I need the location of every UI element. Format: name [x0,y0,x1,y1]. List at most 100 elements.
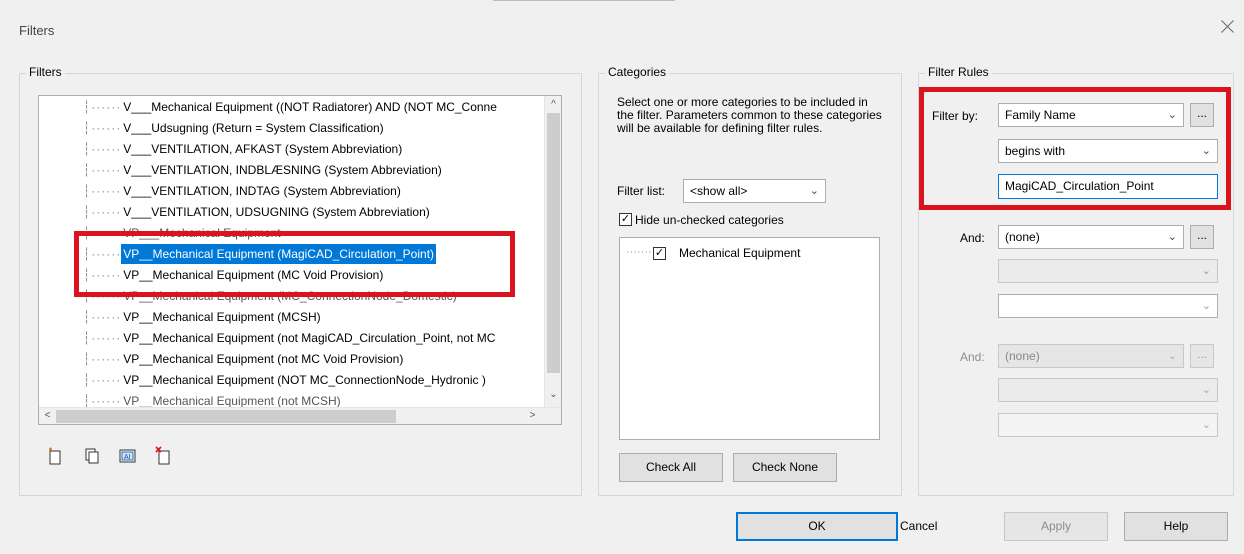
tree-connector: ┆······ [83,184,122,198]
filter-list-item[interactable]: ┆······ VP__Mechanical Equipment (MC Void… [39,265,544,285]
categories-description: Select one or more categories to be incl… [617,95,882,135]
filter-list-item[interactable]: ┆······ V___VENTILATION, INDBLÆSNING (Sys… [39,160,544,180]
filter-list-item[interactable]: ┆······ V___VENTILATION, AFKAST (System A… [39,139,544,159]
and2-more-button[interactable]: ... [1190,344,1214,368]
window-title: Filters [19,23,55,38]
filter-list-item[interactable]: ┆······ V___Mechanical Equipment ((NOT Ra… [39,97,544,117]
chevron-down-icon: ⌄ [1167,350,1177,362]
top-divider [493,0,675,1]
hide-unchecked-checkbox[interactable]: ✓ [619,213,632,226]
filter-list-item[interactable]: ┆······ VP__Mechanical Equipment (not Mag… [39,328,544,348]
and1-value-dropdown[interactable]: ⌄ [998,294,1218,318]
filter-list-item-label: VP__Mechanical Equipment (not MC Void Pr… [123,352,404,366]
and2-value-dropdown[interactable]: ⌄ [998,413,1218,437]
and1-more-button[interactable]: ... [1190,225,1214,249]
chevron-down-icon: ⌄ [809,185,819,197]
tree-connector: ┆······ [83,121,122,135]
filter-list-item-label: V___VENTILATION, UDSUGNING (System Abbre… [123,205,430,219]
and2-value: (none) [1005,349,1040,363]
tree-vertical-scroll-thumb[interactable] [547,113,560,373]
filter-by-more-button[interactable]: ... [1190,103,1214,127]
operator-dropdown[interactable]: begins with ⌄ [998,139,1218,163]
scroll-right-icon[interactable]: > [524,409,541,423]
filter-list-label: Filter list: [617,184,665,198]
tree-connector: ┆······ [83,373,122,387]
tree-connector: ┆······ [83,247,122,261]
rule-value-input[interactable]: MagiCAD_Circulation_Point [998,174,1218,199]
and2-dropdown[interactable]: (none) ⌄ [998,344,1184,368]
filter-list-item[interactable]: ┆······ VP__Mechanical Equipment (not MC … [39,349,544,369]
hide-unchecked-label: Hide un-checked categories [635,213,784,227]
filter-list-item-label: VP__Mechanical Equipment (not MagiCAD_Ci… [123,331,496,345]
tree-horizontal-scroll-thumb[interactable] [56,410,396,423]
filter-list-item[interactable]: ┆······ VP___Mechanical Equipment [39,223,544,243]
filter-list-item-label: VP___Mechanical Equipment [123,226,281,240]
filter-list-item-label: V___VENTILATION, INDTAG (System Abbrevia… [123,184,401,198]
chevron-down-icon: ⌄ [1167,109,1177,121]
operator-value: begins with [1005,144,1066,158]
new-filter-icon[interactable] [46,446,66,466]
scroll-up-icon[interactable]: ^ [545,98,561,112]
and1-value: (none) [1005,230,1040,244]
check-all-button[interactable]: Check All [619,453,723,482]
chevron-down-icon: ⌄ [1201,419,1211,431]
tree-connector: ┆······ [83,310,122,324]
tree-connector: ┆······ [83,142,122,156]
chevron-down-icon: ⌄ [1201,145,1211,157]
help-button[interactable]: Help [1124,512,1228,541]
category-item-label: Mechanical Equipment [679,246,801,260]
category-checkbox[interactable]: ✓ [653,247,666,260]
delete-filter-icon[interactable] [154,446,174,466]
filter-list-item[interactable]: ┆······ V___VENTILATION, UDSUGNING (Syste… [39,202,544,222]
and2-operator-dropdown[interactable]: ⌄ [998,378,1218,402]
chevron-down-icon: ⌄ [1167,231,1177,243]
cancel-button[interactable]: Cancel [900,512,937,541]
tree-connector: ······· [626,246,652,258]
and1-operator-dropdown[interactable]: ⌄ [998,259,1218,283]
scroll-left-icon[interactable]: < [39,409,56,423]
filter-list-item-label: VP__Mechanical Equipment (MCSH) [123,310,321,324]
tree-horizontal-scrollbar[interactable]: < > [39,407,561,424]
tree-connector: ┆······ [83,352,122,366]
duplicate-filter-icon[interactable] [82,446,102,466]
filter-list-item-label: VP__Mechanical Equipment (MC Void Provis… [123,268,384,282]
filter-by-value: Family Name [1005,108,1076,122]
category-list[interactable]: ······· ✓ Mechanical Equipment [619,237,880,440]
filter-list-item[interactable]: ┆······ V___VENTILATION, INDTAG (System A… [39,181,544,201]
filter-list-item-label: V___VENTILATION, AFKAST (System Abbrevia… [123,142,403,156]
filter-list-item[interactable]: ┆······ VP__Mechanical Equipment (MCSH) [39,307,544,327]
rename-filter-icon[interactable]: AI [118,446,138,466]
filter-rules-group-label: Filter Rules [925,65,992,79]
and1-label: And: [960,231,985,245]
svg-text:AI: AI [124,454,131,461]
chevron-down-icon: ⌄ [1201,300,1211,312]
filter-list-item-label: VP__Mechanical Equipment (MC_ConnectionN… [123,289,457,303]
filters-tree[interactable]: ┆······ V___Mechanical Equipment ((NOT Ra… [38,95,562,425]
filter-list-dropdown[interactable]: <show all> ⌄ [683,179,826,203]
filter-by-dropdown[interactable]: Family Name ⌄ [998,103,1184,127]
tree-connector: ┆······ [83,100,122,114]
apply-button[interactable]: Apply [1004,512,1108,541]
scroll-down-icon[interactable]: ⌄ [545,388,561,402]
filter-by-label: Filter by: [932,109,979,123]
filter-list-value: <show all> [690,184,748,198]
check-none-button[interactable]: Check None [733,453,837,482]
filters-group-label: Filters [26,65,65,79]
tree-connector: ┆······ [83,205,122,219]
tree-connector: ┆······ [83,226,122,240]
tree-connector: ┆······ [83,289,122,303]
filter-list-item-label: VP__Mechanical Equipment (NOT MC_Connect… [123,373,486,387]
close-icon[interactable] [1218,17,1238,37]
filter-list-item[interactable]: ┆······ VP__Mechanical Equipment (NOT MC_… [39,370,544,390]
filter-list-item-label: VP__Mechanical Equipment (MagiCAD_Circul… [121,244,437,264]
filter-list-item[interactable]: ┆······ VP__Mechanical Equipment (MagiCAD… [39,244,544,264]
and1-dropdown[interactable]: (none) ⌄ [998,225,1184,249]
ok-button[interactable]: OK [736,512,898,541]
title-bar: Filters [0,0,1244,62]
tree-vertical-scrollbar[interactable]: ^ ⌄ [544,96,561,408]
chevron-down-icon: ⌄ [1201,384,1211,396]
tree-connector: ┆······ [83,331,122,345]
categories-group-label: Categories [605,65,670,79]
filter-list-item[interactable]: ┆······ V___Udsugning (Return = System Cl… [39,118,544,138]
filter-list-item[interactable]: ┆······ VP__Mechanical Equipment (MC_Conn… [39,286,544,306]
